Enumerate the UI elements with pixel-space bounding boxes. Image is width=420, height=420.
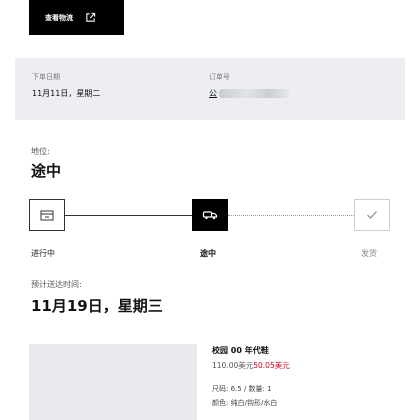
track-shipment-button[interactable]: 查看物流 bbox=[29, 0, 124, 35]
status-value: 途中 bbox=[31, 162, 62, 180]
product-size-quantity: 尺码: 6.5 / 数量: 1 bbox=[212, 385, 272, 393]
step-processing-label: 进行中 bbox=[31, 249, 55, 258]
box-icon bbox=[40, 210, 54, 221]
truck-icon bbox=[202, 211, 218, 220]
order-date-value: 11月11日，星期二 bbox=[32, 89, 101, 98]
order-number-block: 订单号 公 bbox=[209, 72, 289, 99]
external-link-icon bbox=[86, 12, 96, 22]
eta-value: 11月19日，星期三 bbox=[31, 297, 163, 315]
product-image[interactable] bbox=[29, 344, 197, 420]
product-price: 110.00美元50.05美元 bbox=[212, 360, 290, 371]
order-number-link[interactable]: 公 bbox=[209, 88, 289, 99]
order-number-value: 公 bbox=[209, 89, 217, 98]
status-label: 地位: bbox=[31, 147, 50, 156]
order-date-label: 下单日期 bbox=[32, 73, 60, 81]
step-in-transit-label: 途中 bbox=[200, 249, 216, 258]
product-color: 颜色: 纯白/钩形/水白 bbox=[212, 399, 278, 407]
step-shipped-label: 发货 bbox=[361, 249, 377, 258]
step-in-transit-node bbox=[192, 199, 228, 231]
product-sale-price: 50.05美元 bbox=[253, 361, 290, 370]
product-name[interactable]: 校园 00 年代鞋 bbox=[212, 345, 269, 356]
check-icon bbox=[367, 211, 377, 219]
stepper-line-pending bbox=[228, 215, 354, 216]
eta-label: 预计送达时间: bbox=[31, 280, 82, 289]
stepper-line-completed bbox=[65, 215, 192, 216]
order-date-block: 下单日期 11月11日，星期二 bbox=[32, 72, 100, 99]
step-shipped-node bbox=[354, 199, 390, 231]
track-shipment-label: 查看物流 bbox=[45, 13, 73, 22]
order-info-bar: 下单日期 11月11日，星期二 订单号 公 bbox=[15, 58, 405, 120]
product-original-price: 110.00美元 bbox=[212, 361, 254, 370]
redacted-order-number bbox=[219, 89, 289, 98]
order-number-label: 订单号 bbox=[209, 73, 230, 81]
step-processing-node bbox=[29, 199, 65, 231]
